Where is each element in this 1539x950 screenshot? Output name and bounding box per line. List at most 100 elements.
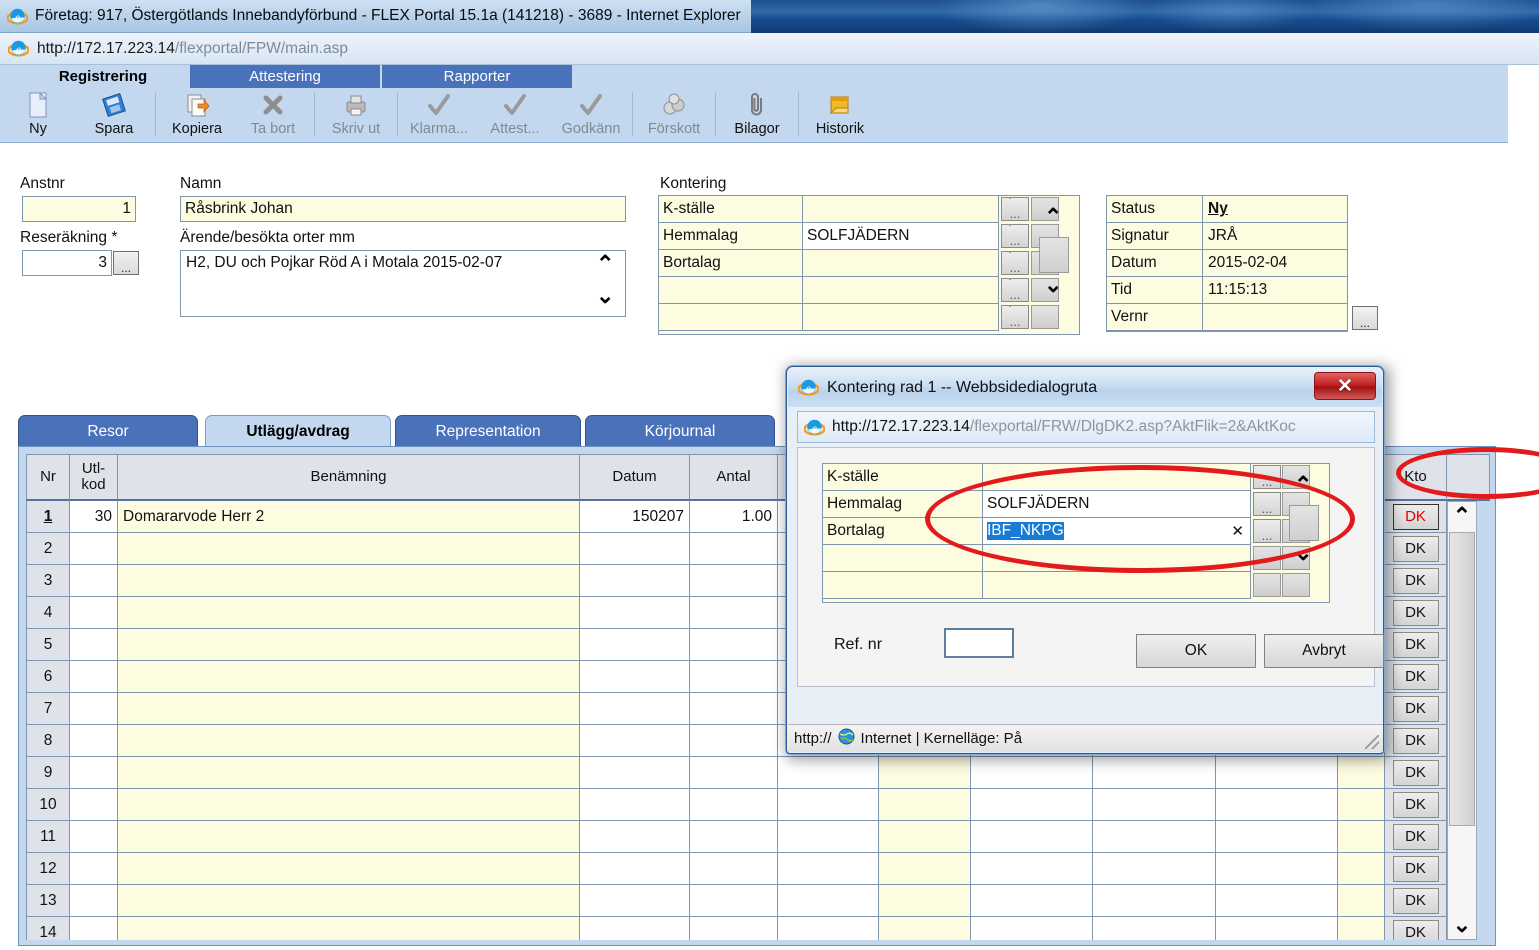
tab-korjournal[interactable]: Körjournal	[585, 415, 775, 447]
grid-cell-col6[interactable]	[778, 853, 879, 885]
address-bar-url[interactable]: http://172.17.223.14/flexportal/FPW/main…	[37, 40, 348, 58]
toolbar-button-godkann[interactable]: Godkänn	[553, 88, 629, 143]
kontering-row-value[interactable]	[803, 277, 999, 304]
grid-cell-utlkod[interactable]	[70, 629, 118, 661]
grid-cell-benamning[interactable]	[118, 661, 580, 693]
namn-input[interactable]: Råsbrink Johan	[180, 196, 626, 222]
toolbar-button-forskott[interactable]: Förskott	[636, 88, 712, 143]
grid-row-number[interactable]: 8	[26, 725, 70, 757]
grid-cell-col11[interactable]	[1338, 757, 1385, 789]
grid-cell-datum[interactable]	[580, 757, 690, 789]
chevron-down-icon[interactable]: ⌄	[1044, 274, 1062, 296]
kontering-extra-button[interactable]	[1031, 305, 1059, 329]
grid-row-number[interactable]: 2	[26, 533, 70, 565]
chevron-down-icon[interactable]: ⌄	[596, 285, 614, 307]
grid-cell-kto[interactable]: DK	[1385, 917, 1447, 940]
grid-cell-col6[interactable]	[778, 789, 879, 821]
grid-row-number[interactable]: 6	[26, 661, 70, 693]
grid-cell-col10[interactable]	[1216, 821, 1338, 853]
chevron-up-icon[interactable]: ⌃	[1294, 474, 1312, 496]
dialog-row-value[interactable]	[983, 545, 1251, 572]
grid-cell-kto[interactable]: DK	[1385, 725, 1447, 757]
grid-cell-kto[interactable]: DK	[1385, 501, 1447, 533]
chevron-up-icon[interactable]: ⌃	[596, 253, 614, 275]
grid-cell-datum[interactable]	[580, 693, 690, 725]
grid-cell-col8[interactable]	[971, 885, 1093, 917]
grid-cell-col7[interactable]	[879, 853, 971, 885]
grid-cell-benamning[interactable]	[118, 565, 580, 597]
grid-cell-col7[interactable]	[879, 917, 971, 940]
grid-cell-antal[interactable]	[690, 853, 778, 885]
grid-cell-utlkod[interactable]	[70, 565, 118, 597]
grid-cell-utlkod[interactable]: 30	[70, 501, 118, 533]
dialog-close-button[interactable]: ✕	[1314, 372, 1376, 400]
kto-dk-button[interactable]: DK	[1392, 567, 1439, 594]
grid-cell-datum[interactable]	[580, 533, 690, 565]
kontering-browse-button[interactable]: ...	[1001, 224, 1029, 248]
grid-cell-col11[interactable]	[1338, 917, 1385, 940]
toolbar-button-historik[interactable]: Historik	[802, 88, 878, 143]
grid-cell-benamning[interactable]	[118, 821, 580, 853]
dialog-ok-button[interactable]: OK	[1136, 634, 1256, 668]
grid-row-number[interactable]: 5	[26, 629, 70, 661]
grid-cell-col7[interactable]	[879, 885, 971, 917]
arende-scroll-buttons[interactable]: ⌃ ⌄	[596, 253, 614, 307]
refnr-input[interactable]	[944, 628, 1014, 658]
grid-cell-datum[interactable]	[580, 725, 690, 757]
dialog-row-value[interactable]: IBF_NKPG ✕	[983, 518, 1251, 545]
grid-cell-datum[interactable]	[580, 789, 690, 821]
dialog-address-bar[interactable]: e http://172.17.223.14/flexportal/FRW/Dl…	[797, 411, 1375, 443]
grid-cell-col9[interactable]	[1093, 821, 1216, 853]
grid-cell-col9[interactable]	[1093, 917, 1216, 940]
grid-cell-antal[interactable]	[690, 565, 778, 597]
grid-cell-antal[interactable]	[690, 629, 778, 661]
grid-cell-datum[interactable]	[580, 853, 690, 885]
grid-cell-kto[interactable]: DK	[1385, 597, 1447, 629]
toolbar-button-ny[interactable]: Ny	[0, 88, 76, 143]
grid-row-number[interactable]: 7	[26, 693, 70, 725]
toolbar-button-skriv-ut[interactable]: Skriv ut	[318, 88, 394, 143]
scrollbar-thumb[interactable]	[1449, 532, 1475, 826]
grid-row-number[interactable]: 11	[26, 821, 70, 853]
grid-cell-utlkod[interactable]	[70, 885, 118, 917]
grid-row-number[interactable]: 1	[26, 501, 70, 533]
browser-address-bar[interactable]: e http://172.17.223.14/flexportal/FPW/ma…	[0, 33, 1539, 65]
toolbar-button-attestera[interactable]: Attest...	[477, 88, 553, 143]
grid-cell-benamning[interactable]	[118, 629, 580, 661]
grid-cell-col11[interactable]	[1338, 821, 1385, 853]
dialog-row-value[interactable]: SOLFJÄDERN	[983, 491, 1251, 518]
kto-dk-button[interactable]: DK	[1392, 503, 1439, 530]
grid-cell-utlkod[interactable]	[70, 789, 118, 821]
grid-cell-benamning[interactable]	[118, 533, 580, 565]
grid-cell-col6[interactable]	[778, 757, 879, 789]
grid-cell-col10[interactable]	[1216, 789, 1338, 821]
dialog-browse-button[interactable]: ...	[1253, 465, 1281, 489]
grid-row-number[interactable]: 14	[26, 917, 70, 940]
grid-cell-utlkod[interactable]	[70, 661, 118, 693]
reserakning-input[interactable]: 3	[22, 250, 112, 276]
grid-cell-datum[interactable]	[580, 917, 690, 940]
grid-cell-utlkod[interactable]	[70, 597, 118, 629]
grid-cell-col11[interactable]	[1338, 789, 1385, 821]
tab-resor[interactable]: Resor	[18, 415, 198, 447]
grid-cell-col10[interactable]	[1216, 885, 1338, 917]
dialog-spin-box[interactable]	[1289, 505, 1319, 541]
grid-cell-benamning[interactable]	[118, 853, 580, 885]
kontering-row-value[interactable]: SOLFJÄDERN	[803, 223, 999, 250]
kontering-browse-button[interactable]: ...	[1001, 278, 1029, 302]
kto-dk-button[interactable]: DK	[1392, 791, 1439, 818]
kto-dk-button[interactable]: DK	[1392, 855, 1439, 882]
grid-cell-utlkod[interactable]	[70, 917, 118, 940]
kontering-browse-button[interactable]: ...	[1001, 197, 1029, 221]
grid-cell-kto[interactable]: DK	[1385, 789, 1447, 821]
grid-cell-datum[interactable]: 150207	[580, 501, 690, 533]
grid-vertical-scrollbar[interactable]: ⌃ ⌄	[1447, 501, 1477, 940]
tab-representation[interactable]: Representation	[395, 415, 581, 447]
grid-cell-datum[interactable]	[580, 885, 690, 917]
tab-registrering[interactable]: Registrering	[18, 65, 188, 88]
grid-cell-col8[interactable]	[971, 917, 1093, 940]
grid-row-number[interactable]: 12	[26, 853, 70, 885]
grid-cell-col7[interactable]	[879, 821, 971, 853]
grid-cell-datum[interactable]	[580, 597, 690, 629]
grid-cell-kto[interactable]: DK	[1385, 853, 1447, 885]
